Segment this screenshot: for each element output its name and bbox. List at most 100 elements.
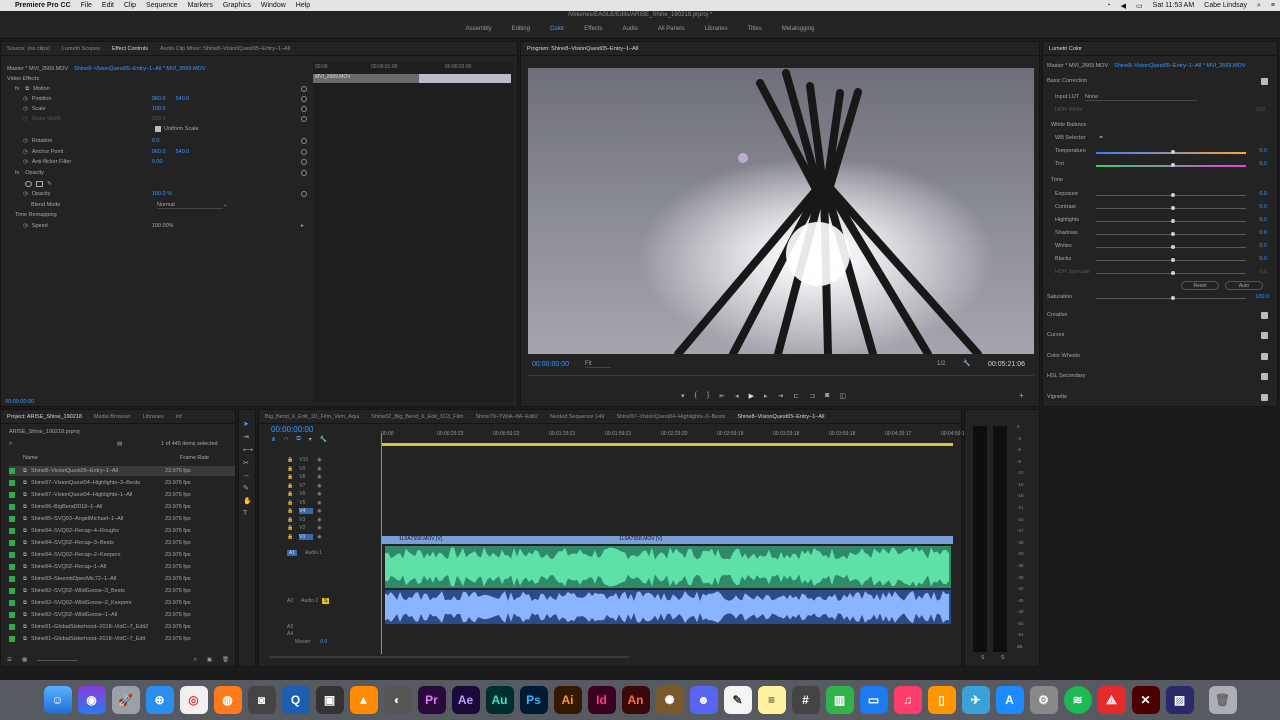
tone-value[interactable]: 0.0 xyxy=(1259,204,1267,210)
list-item[interactable]: ⧉ Shine93–SteemitOpenMic72–1–All 23.976 fp… xyxy=(9,574,235,584)
toggle-output-icon[interactable]: ◉ xyxy=(317,483,321,489)
app-menu[interactable]: Premiere Pro CC xyxy=(10,2,76,9)
track-select-icon[interactable]: ⇥ xyxy=(243,433,253,441)
mark-in-icon[interactable]: { xyxy=(695,392,697,400)
acrobat-icon[interactable]: ⟁ xyxy=(1097,686,1126,714)
step-back-icon[interactable]: ◂ xyxy=(735,392,739,400)
goto-out-icon[interactable]: ⇥ xyxy=(778,392,784,400)
workspace-editing[interactable]: Editing xyxy=(502,26,540,32)
list-item[interactable]: ⧉ Shine91–GlobalSisterhood–2018–VidC–7_Ed… xyxy=(9,622,235,632)
workspace-titles[interactable]: Titles xyxy=(738,26,772,32)
uniform-scale-checkbox[interactable] xyxy=(155,126,161,132)
tone-value[interactable]: 0.0 xyxy=(1259,191,1267,197)
workspace-metalogging[interactable]: Metalogging xyxy=(772,26,825,32)
search-icon[interactable]: ⌕ xyxy=(9,439,12,449)
new-bin-icon[interactable]: ▤ xyxy=(117,439,122,449)
ec-sequence-clip[interactable]: Shine8–VisionQuest05–Entry–1–All * MVI_2… xyxy=(74,66,205,72)
tone-slider[interactable] xyxy=(1096,245,1246,249)
animate-icon[interactable]: An xyxy=(621,686,650,714)
overwrite-icon[interactable]: ⊐ xyxy=(809,392,815,400)
keynote-icon[interactable]: ▭ xyxy=(859,686,888,714)
toggle-output-icon[interactable]: ◉ xyxy=(317,517,321,523)
razor-icon[interactable]: ✂ xyxy=(243,459,253,467)
lock-icon[interactable]: 🔒 xyxy=(287,491,293,497)
reset-icon[interactable] xyxy=(301,116,307,122)
toggle-output-icon[interactable]: ◉ xyxy=(317,534,321,540)
reset-button[interactable]: Reset xyxy=(1181,281,1219,290)
after-effects-icon[interactable]: Ae xyxy=(451,686,480,714)
camera-icon[interactable]: ◙ xyxy=(247,686,276,714)
timeline-scrollbar[interactable] xyxy=(269,656,629,658)
spotify-icon[interactable]: ≋ xyxy=(1063,686,1092,714)
hsl-checkbox[interactable] xyxy=(1261,373,1268,380)
indesign-icon[interactable]: Id xyxy=(587,686,616,714)
v1-clip-2[interactable]: 1L9A7558.MOV [V] xyxy=(619,536,662,542)
lock-icon[interactable]: 🔒 xyxy=(287,525,293,531)
stopwatch-icon[interactable]: ◷ xyxy=(23,159,28,165)
track-label[interactable]: V1 xyxy=(299,533,314,540)
lock-icon[interactable]: 🔒 xyxy=(287,474,293,480)
ec-blend-dropdown[interactable]: Normal xyxy=(157,202,223,209)
lumetri-section-color-wheels[interactable]: Color Wheels xyxy=(1047,351,1080,361)
workspace-all-panels[interactable]: All Panels xyxy=(648,26,695,32)
volume-icon[interactable]: ◀ xyxy=(1116,2,1131,10)
toggle-output-icon[interactable]: ◉ xyxy=(317,466,321,472)
tint-slider[interactable] xyxy=(1096,163,1246,167)
track-a2-label[interactable]: A2 xyxy=(287,598,293,604)
list-item[interactable]: ⧉ Shine94–SVQ02–Recap–4–Roughs 23.976 fps xyxy=(9,526,235,536)
vlc-icon[interactable]: ▲ xyxy=(349,686,378,714)
acrobat-dc-icon[interactable]: ✕ xyxy=(1131,686,1160,714)
list-item[interactable]: ⧉ Shine91–GlobalSisterhood–2018–VidC–7_Ed… xyxy=(9,634,235,644)
premiere-icon[interactable]: Pr xyxy=(417,686,446,714)
numbers-icon[interactable]: ▥ xyxy=(825,686,854,714)
list-item[interactable]: ⧉ Shine94–SVQ02–Recap–1–All 23.976 fps xyxy=(9,562,235,572)
menu-window[interactable]: Window xyxy=(256,2,291,9)
workspace-audio[interactable]: Audio xyxy=(613,26,648,32)
vignette-checkbox[interactable] xyxy=(1261,394,1268,401)
tab-seq-5[interactable]: Shine97–VisionQuest04–Highlights–3–Bests xyxy=(610,414,731,420)
textedit-icon[interactable]: ✎ xyxy=(723,686,752,714)
step-forward-icon[interactable]: ▸ xyxy=(764,392,768,400)
list-item[interactable]: ⧉ Shine97–VisionQuest04–Highlights–3–Best… xyxy=(9,478,235,488)
insert-icon[interactable]: ⊏ xyxy=(793,392,799,400)
tab-media-browser[interactable]: Media Browser xyxy=(88,414,137,420)
menu-graphics[interactable]: Graphics xyxy=(218,2,256,9)
ripple-edit-icon[interactable]: ⟷ xyxy=(243,446,253,454)
tint-value[interactable]: 0.0 xyxy=(1259,161,1267,167)
trash-icon[interactable]: 🗑 xyxy=(1208,686,1237,714)
solo-button[interactable]: S xyxy=(322,598,330,604)
program-scrubber[interactable] xyxy=(528,375,1034,376)
wrench-icon[interactable]: 🔧 xyxy=(963,360,970,367)
play-icon[interactable]: ▶ xyxy=(749,392,754,400)
track-label[interactable]: V4 xyxy=(299,508,314,514)
list-item[interactable]: ⧉ Shine92–SVQ02–WildGoose–3_Bests 23.976 f… xyxy=(9,586,235,596)
app-icon[interactable]: ✺ xyxy=(655,686,684,714)
toggle-output-icon[interactable]: ◉ xyxy=(317,500,321,506)
tone-header[interactable]: Tone xyxy=(1051,175,1063,185)
ec-position-x[interactable]: 960.0 xyxy=(152,96,166,102)
tone-value[interactable]: 0.0 xyxy=(1259,243,1267,249)
tab-seq-4[interactable]: Nested Sequence 149 xyxy=(544,414,610,420)
tab-seq-3[interactable]: Shine79–TWIA–8A–Edit2 xyxy=(470,414,544,420)
lumetri-section-creative[interactable]: Creative xyxy=(1047,310,1067,320)
meter-solo-right[interactable]: S xyxy=(1001,655,1004,661)
illustrator-icon[interactable]: Ai xyxy=(553,686,582,714)
ec-rotation-value[interactable]: 0.0 xyxy=(152,138,160,144)
snap-icon[interactable]: ⋔ xyxy=(271,436,276,443)
toggle-output-icon[interactable]: ◉ xyxy=(317,457,321,463)
program-resolution[interactable]: 1/2 xyxy=(937,361,945,367)
list-item[interactable]: ⧉ Shine95–SVQ03–AngelMichael–1–All 23.976 … xyxy=(9,514,235,524)
trash-icon[interactable]: 🗑 xyxy=(222,657,229,663)
ec-motion-row[interactable]: fx ⧉ Motion xyxy=(15,84,311,94)
white-balance-header[interactable]: White Balance xyxy=(1051,120,1086,130)
compressor-icon[interactable]: ◐ xyxy=(383,686,412,714)
camera-icon[interactable]: ◙ xyxy=(825,392,829,400)
launchpad-icon[interactable]: 🚀 xyxy=(111,686,140,714)
nest-icon[interactable]: ⧉ xyxy=(296,436,300,443)
tab-lumetri-color[interactable]: Lumetri Color xyxy=(1043,46,1088,52)
ellipse-mask-icon[interactable] xyxy=(25,181,32,187)
reset-icon[interactable] xyxy=(301,138,307,144)
calculator-icon[interactable]: # xyxy=(791,686,820,714)
track-label[interactable]: V9 xyxy=(299,466,313,472)
quicktime-icon[interactable]: Q xyxy=(281,686,310,714)
